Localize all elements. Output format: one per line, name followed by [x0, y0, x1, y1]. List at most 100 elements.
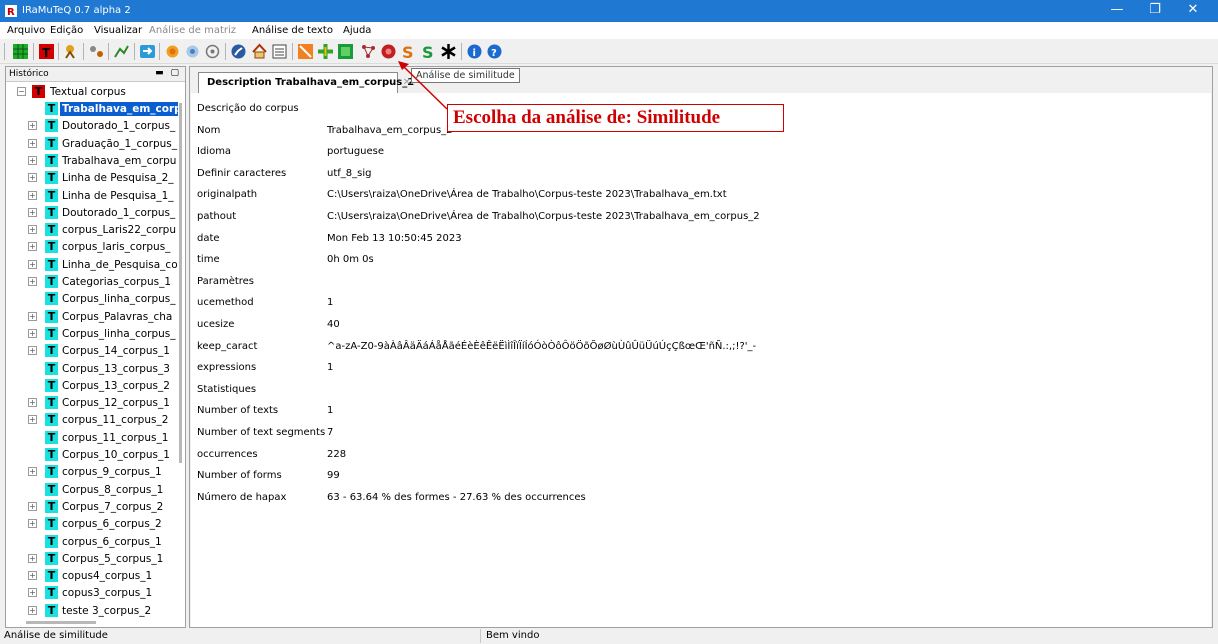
tree-item[interactable]: + Tcorpus_Laris22_corpu: [6, 222, 178, 238]
graph2-icon[interactable]: [360, 43, 377, 60]
tab-close-icon[interactable]: ✕: [403, 77, 411, 88]
similitude-icon[interactable]: [337, 43, 354, 60]
expand-icon[interactable]: +: [28, 415, 37, 425]
s1-icon[interactable]: S: [400, 43, 417, 60]
graph-icon[interactable]: [113, 43, 130, 60]
tree-item[interactable]: + T Categorias_corpus_1: [6, 274, 178, 290]
maximize-button[interactable]: ❐: [1138, 0, 1172, 22]
tree-item[interactable]: + Tcorpus_9_corpus_1: [6, 464, 178, 480]
menu-edicao[interactable]: Edição: [50, 25, 83, 36]
tab-description[interactable]: Description Trabalhava_em_corpus_2 ✕: [198, 72, 414, 93]
cross-icon[interactable]: [317, 43, 334, 60]
expand-icon[interactable]: +: [28, 571, 37, 581]
help-icon[interactable]: ?: [486, 43, 503, 60]
tree-item[interactable]: + T Corpus_linha_corpus_: [6, 326, 178, 342]
tree-root[interactable]: − T Textual corpus: [6, 84, 178, 100]
expand-icon[interactable]: +: [28, 519, 37, 529]
tree-item[interactable]: T Trabalhava_em_corp: [6, 101, 178, 117]
tree-item[interactable]: + T Corpus_5_corpus_1: [6, 551, 178, 567]
tree-item[interactable]: + Tcorpus_laris_corpus_: [6, 239, 178, 255]
prototypical-icon[interactable]: [204, 43, 221, 60]
expand-icon[interactable]: +: [28, 242, 37, 252]
tree-item[interactable]: + Tcorpus_11_corpus_2: [6, 412, 178, 428]
menu-analise-de-matriz[interactable]: Análise de matriz: [149, 25, 236, 36]
close-window-button[interactable]: ✕: [1176, 0, 1210, 22]
tree-item[interactable]: + T Graduação_1_corpus_: [6, 136, 178, 152]
expand-icon[interactable]: +: [28, 328, 37, 338]
expand-icon[interactable]: +: [28, 155, 37, 165]
expand-icon[interactable]: +: [28, 190, 37, 200]
tree-item[interactable]: + Tteste 3_corpus_2: [6, 603, 178, 617]
stats-icon[interactable]: [88, 43, 105, 60]
tree-item[interactable]: + Tcopus3_corpus_1: [6, 585, 178, 601]
compass-icon[interactable]: [230, 43, 247, 60]
tree-item[interactable]: T Corpus_linha_corpus_: [6, 291, 178, 307]
expand-icon[interactable]: +: [28, 553, 37, 563]
text-analysis-icon: T: [45, 448, 58, 461]
detail-value: 1: [327, 297, 334, 309]
expand-icon[interactable]: +: [28, 173, 37, 183]
specificities-icon[interactable]: [297, 43, 314, 60]
expand-icon[interactable]: +: [28, 346, 37, 356]
tree-item[interactable]: + T Corpus_14_corpus_1: [6, 343, 178, 359]
home-icon[interactable]: [251, 43, 268, 60]
list-icon[interactable]: [271, 43, 288, 60]
history-vertical-scrollbar[interactable]: [178, 83, 185, 617]
menu-arquivo[interactable]: Arquivo: [7, 25, 45, 36]
tree-item[interactable]: + T Corpus_12_corpus_1: [6, 395, 178, 411]
detail-value: C:\Users\raiza\OneDrive\Área de Trabalho…: [327, 211, 760, 222]
expand-icon[interactable]: +: [28, 605, 37, 615]
tree-item[interactable]: T Corpus_10_corpus_1: [6, 447, 178, 463]
expand-icon[interactable]: +: [28, 277, 37, 286]
expand-icon[interactable]: +: [28, 501, 37, 511]
analysis-icon[interactable]: [62, 43, 79, 60]
tree-item[interactable]: T Corpus_13_corpus_2: [6, 378, 178, 394]
text-icon[interactable]: T: [38, 43, 55, 60]
s2-icon[interactable]: S: [420, 43, 437, 60]
panel-controls[interactable]: ▬ ▢: [155, 68, 181, 78]
minimize-button[interactable]: —: [1100, 0, 1134, 22]
tree-item-label: Linha_de_Pesquisa_co: [62, 258, 178, 271]
info-icon[interactable]: i: [466, 43, 483, 60]
scroll-thumb[interactable]: [26, 621, 96, 624]
scroll-thumb[interactable]: [179, 103, 182, 463]
expand-icon[interactable]: +: [28, 121, 37, 131]
menu-visualizar[interactable]: Visualizar: [94, 25, 142, 36]
matrix-icon[interactable]: [12, 43, 29, 60]
tree-item[interactable]: + T Linha de Pesquisa_2_: [6, 170, 178, 186]
target-icon[interactable]: [184, 43, 201, 60]
tree-item[interactable]: T Corpus_8_corpus_1: [6, 482, 178, 498]
expand-icon[interactable]: +: [28, 467, 37, 477]
expand-icon[interactable]: +: [28, 207, 37, 217]
tree-item-label: Corpus_linha_corpus_: [62, 293, 176, 306]
collapse-icon[interactable]: −: [17, 87, 26, 96]
tree-item[interactable]: + Tcorpus_6_corpus_2: [6, 516, 178, 532]
expand-icon[interactable]: +: [28, 225, 37, 235]
tree-item[interactable]: Tcorpus_6_corpus_1: [6, 534, 178, 550]
tree-item[interactable]: + T Linha_de_Pesquisa_co: [6, 257, 178, 273]
svg-text:T: T: [42, 46, 51, 60]
tree-item[interactable]: + T Trabalhava_em_corpu: [6, 153, 178, 169]
tree-item[interactable]: + T Linha de Pesquisa_1_: [6, 188, 178, 204]
tree-item[interactable]: + Tcopus4_corpus_1: [6, 568, 178, 584]
menu-analise-de-texto[interactable]: Análise de texto: [252, 25, 333, 36]
tree-item[interactable]: + T Doutorado_1_corpus_: [6, 205, 178, 221]
tree-item[interactable]: T Corpus_13_corpus_3: [6, 361, 178, 377]
import-icon[interactable]: [139, 43, 156, 60]
toolbar-separator: [83, 43, 84, 60]
expand-icon[interactable]: +: [28, 588, 37, 598]
cloud-icon[interactable]: [380, 43, 397, 60]
expand-icon[interactable]: +: [28, 138, 37, 148]
tree-item[interactable]: + T Corpus_7_corpus_2: [6, 499, 178, 515]
circle-icon[interactable]: [164, 43, 181, 60]
expand-icon[interactable]: +: [28, 311, 37, 321]
expand-icon[interactable]: +: [28, 398, 37, 408]
asterisk-icon[interactable]: [440, 43, 457, 60]
status-left: Análise de similitude: [4, 630, 108, 641]
expand-icon[interactable]: +: [28, 259, 37, 269]
menu-ajuda[interactable]: Ajuda: [343, 25, 371, 36]
history-horizontal-scrollbar[interactable]: [6, 617, 185, 627]
tree-item[interactable]: + T Doutorado_1_corpus_: [6, 118, 178, 134]
tree-item[interactable]: + T Corpus_Palavras_cha: [6, 309, 178, 325]
tree-item[interactable]: Tcorpus_11_corpus_1: [6, 430, 178, 446]
